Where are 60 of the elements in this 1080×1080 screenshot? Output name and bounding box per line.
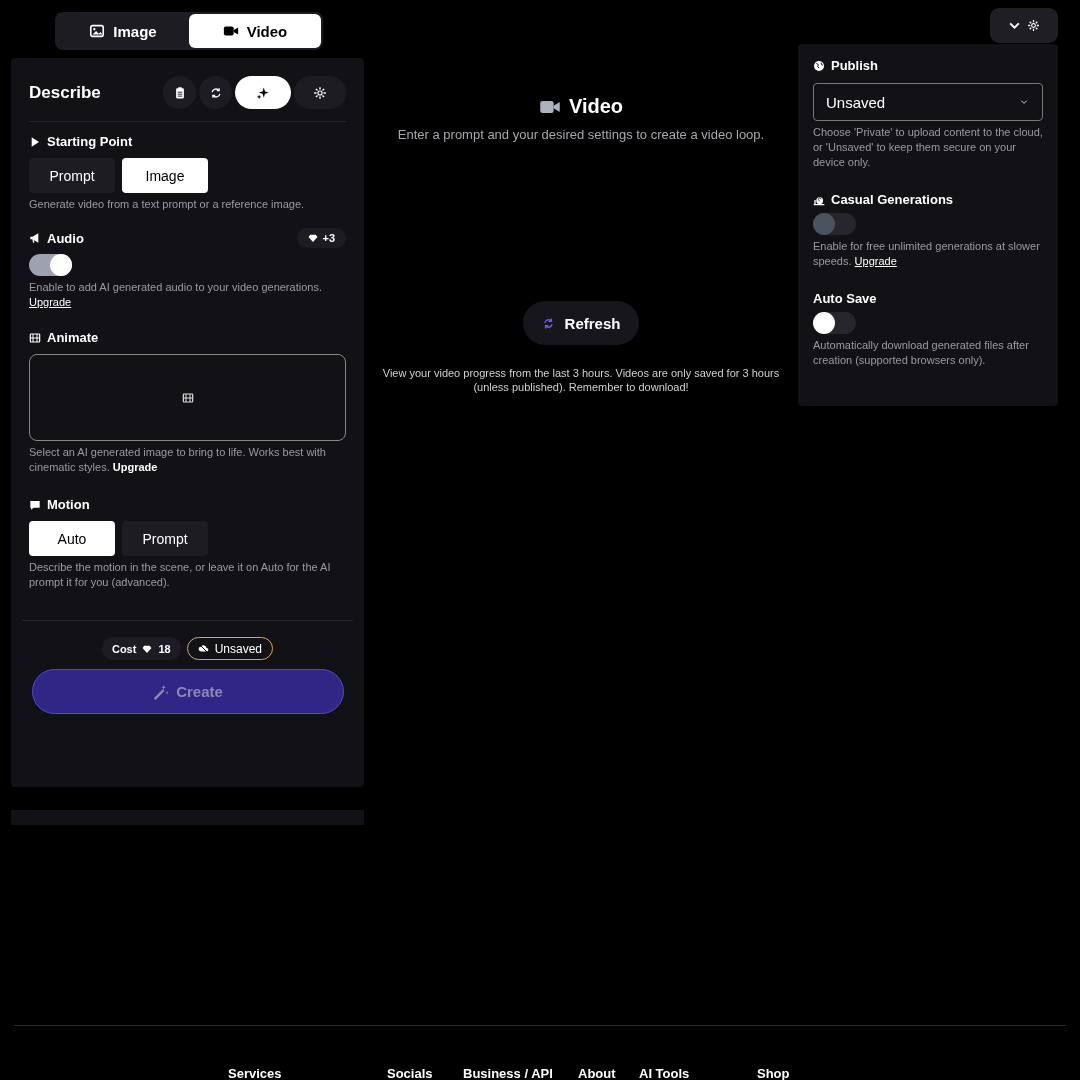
hint-text: Describe the motion in the scene, or leave it on Auto for the AI prompt it for you (advanced). bbox=[29, 560, 332, 590]
megaphone-icon bbox=[29, 232, 41, 244]
film-icon bbox=[181, 391, 194, 404]
gem-icon bbox=[308, 233, 319, 243]
section-title: Starting Point bbox=[47, 134, 133, 149]
cost-value: 18 bbox=[158, 642, 171, 655]
footer-heading: About bbox=[578, 1066, 617, 1080]
settings-icon bbox=[313, 85, 327, 100]
hint-text: Enable for free unlimited generations at slower speeds. Upgrade bbox=[813, 239, 1041, 269]
globe-icon bbox=[813, 59, 825, 72]
section-title: Casual Generations bbox=[831, 192, 954, 207]
note-text: View your video progress from the last 3 hours. Videos are only saved for 3 hours (unless published). Remember to download! bbox=[381, 366, 781, 394]
footer-heading: AI Tools bbox=[639, 1066, 691, 1080]
footer-heading: Business / API bbox=[463, 1066, 554, 1080]
film-icon bbox=[29, 331, 41, 344]
tool-button[interactable] bbox=[199, 76, 232, 109]
sparkle-icon bbox=[256, 85, 270, 100]
mode-tab[interactable]: Image bbox=[57, 14, 189, 48]
magic-wand-icon bbox=[152, 683, 169, 700]
cost-label: Cost bbox=[111, 642, 137, 655]
refresh-button[interactable]: Refresh bbox=[523, 301, 639, 345]
gem-icon bbox=[142, 643, 153, 654]
mode-tab[interactable]: Video bbox=[189, 14, 321, 48]
footer-heading: Socials bbox=[387, 1066, 434, 1080]
play-icon bbox=[29, 135, 41, 148]
hint-text: Generate video from a text prompt or a reference image. bbox=[29, 197, 306, 212]
chat-icon bbox=[29, 498, 41, 511]
image-drop-area[interactable] bbox=[29, 354, 346, 441]
tool-button[interactable] bbox=[163, 76, 196, 109]
cost-badge: +3 bbox=[297, 228, 346, 248]
hint-text: Select an AI generated image to bring to life. Works best with cinematic styles. Upgrade bbox=[29, 445, 327, 475]
upgrade-link[interactable]: Upgrade bbox=[29, 296, 72, 308]
section-title: Audio bbox=[47, 230, 84, 246]
option-button[interactable]: Prompt bbox=[122, 521, 208, 556]
hint-text: Automatically download generated files after creation (supported browsers only). bbox=[813, 338, 1030, 368]
refresh-icon bbox=[541, 316, 555, 330]
toggle-switch[interactable] bbox=[29, 254, 72, 276]
section-title: Motion bbox=[47, 497, 90, 512]
subtitle-text: Enter a prompt and your desired settings to create a video loop. bbox=[396, 126, 766, 144]
panel-title: Describe bbox=[29, 82, 101, 103]
section-title: Publish bbox=[831, 58, 878, 73]
option-button[interactable]: Image bbox=[122, 158, 208, 193]
upgrade-link[interactable]: Upgrade bbox=[112, 461, 158, 473]
tool-button[interactable] bbox=[294, 76, 346, 109]
hint-text: Enable to add AI generated audio to your video generations. Upgrade bbox=[29, 280, 323, 310]
settings-icon bbox=[1027, 19, 1040, 32]
publish-select[interactable]: Unsaved bbox=[813, 83, 1043, 121]
cloud-off-icon bbox=[197, 643, 209, 654]
footer-heading: Shop bbox=[757, 1066, 790, 1080]
hint-text: Choose 'Private' to upload content to the cloud, or 'Unsaved' to keep them secure on your device only. bbox=[813, 125, 1043, 170]
tool-button[interactable] bbox=[235, 76, 291, 109]
settings-toggle-button[interactable] bbox=[990, 8, 1058, 43]
section-title: Animate bbox=[47, 330, 99, 345]
page-title: Video bbox=[568, 95, 624, 118]
footer-heading: Services bbox=[228, 1066, 283, 1080]
toggle-switch[interactable] bbox=[813, 312, 856, 334]
image-icon bbox=[89, 23, 106, 39]
section-title: Auto Save bbox=[813, 291, 877, 306]
option-button[interactable]: Auto bbox=[29, 521, 115, 556]
option-button[interactable]: Prompt bbox=[29, 158, 115, 193]
